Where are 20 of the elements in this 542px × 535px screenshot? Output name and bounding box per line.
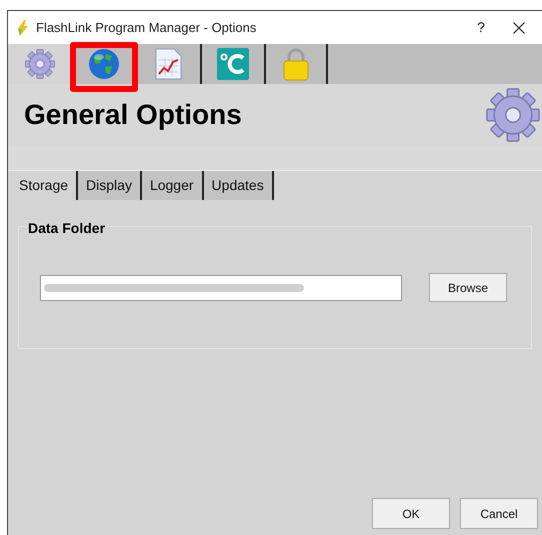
lightning-icon <box>16 20 30 36</box>
window-title: FlashLink Program Manager - Options <box>36 18 256 37</box>
celsius-icon <box>217 48 249 80</box>
dialog-button[interactable]: OK <box>372 498 450 529</box>
dialog-button[interactable]: Cancel <box>460 498 538 529</box>
gear-icon <box>24 48 56 80</box>
tab[interactable]: Logger <box>140 171 202 200</box>
globe-icon <box>88 48 120 80</box>
page-title: General Options <box>24 98 242 132</box>
toolbar-button[interactable] <box>200 44 264 84</box>
gear-icon <box>484 86 542 144</box>
folder-path-field[interactable] <box>40 274 402 300</box>
browse-button[interactable]: Browse <box>429 273 507 302</box>
help-button[interactable]: ? <box>466 14 496 40</box>
chart-document-icon <box>153 48 183 80</box>
toolbar-button[interactable] <box>264 44 328 84</box>
close-icon <box>513 22 525 34</box>
padlock-icon <box>282 47 310 81</box>
tab[interactable]: Updates <box>202 171 274 200</box>
tab[interactable]: Display <box>76 171 140 200</box>
